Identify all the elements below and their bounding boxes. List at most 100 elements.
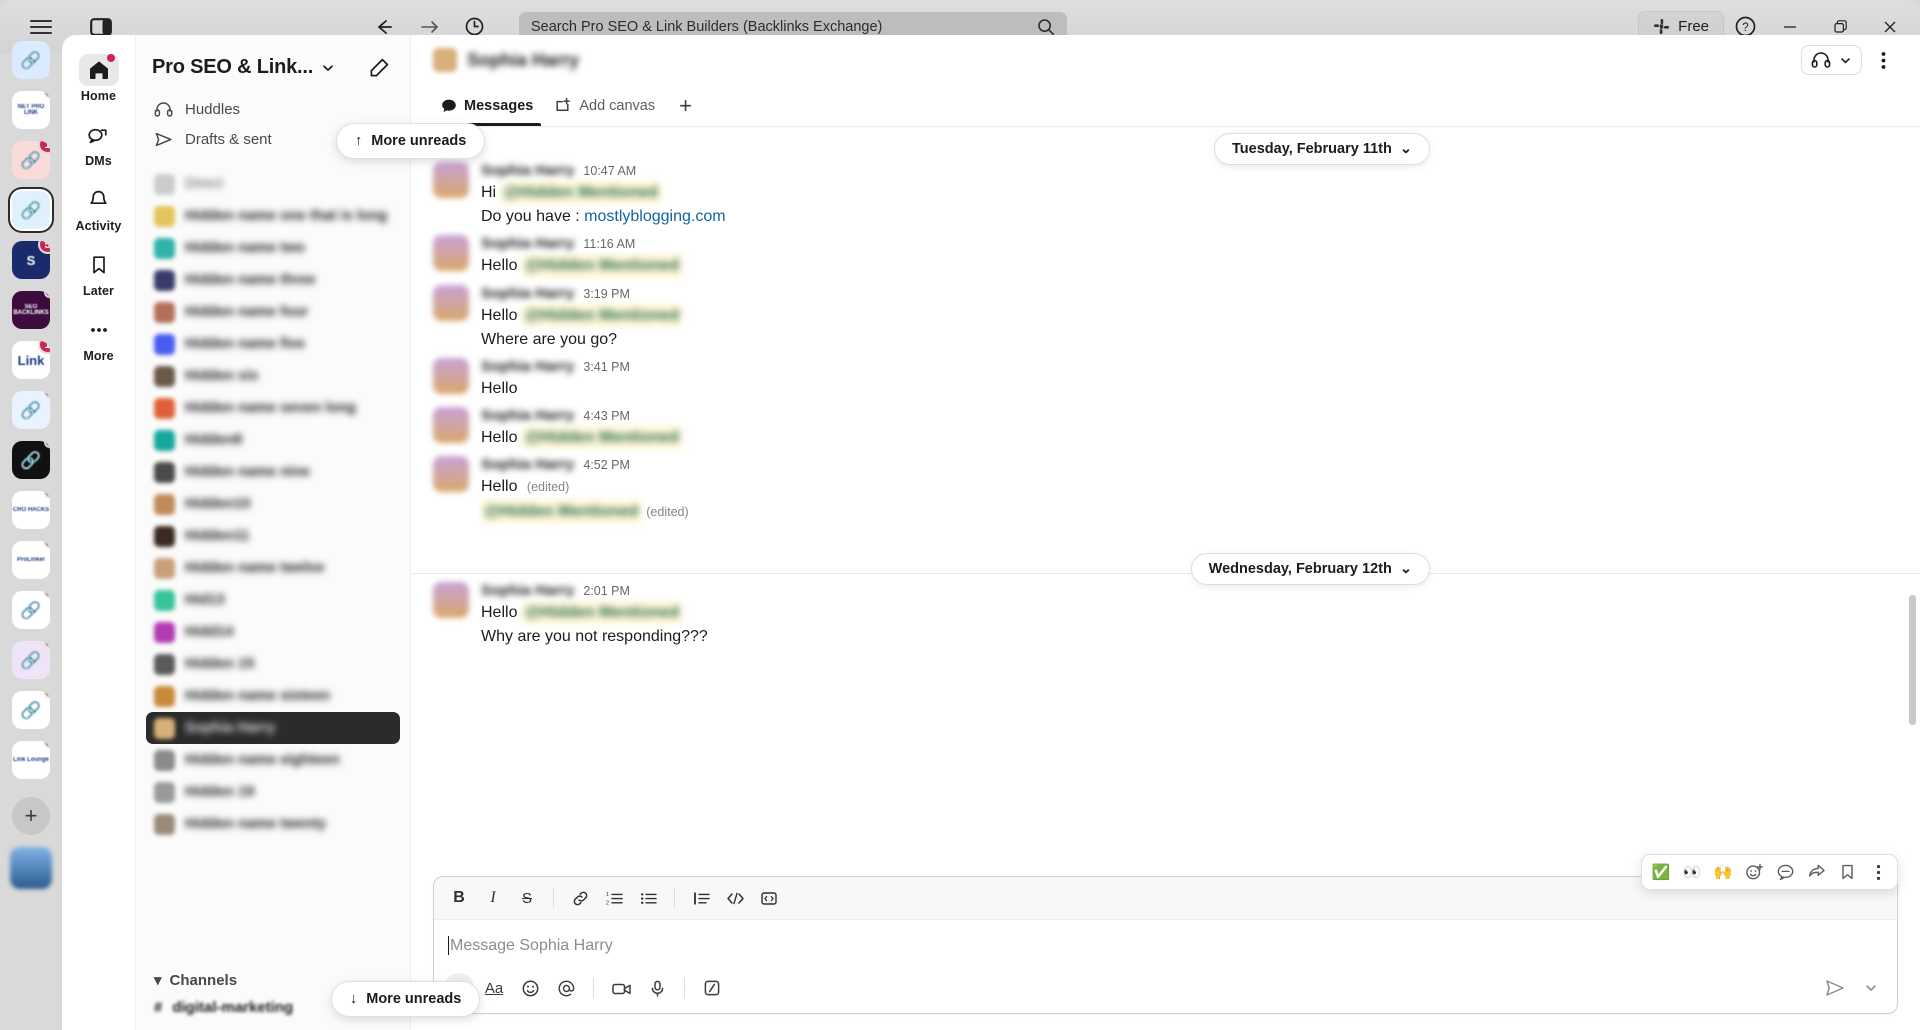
sidebar-dm-item[interactable]: Hidden name three — [146, 264, 400, 296]
sidebar-dm-item[interactable]: Hidden name five — [146, 328, 400, 360]
ordered-list-button[interactable]: 12 — [599, 884, 629, 912]
compose-icon[interactable] — [365, 53, 394, 82]
sidebar-dm-item[interactable]: Hidden name eighteen — [146, 744, 400, 776]
chevron-down-icon[interactable] — [1855, 973, 1887, 1003]
bold-button[interactable]: B — [444, 884, 474, 912]
user-mention[interactable]: @Hidden Mentioned — [500, 181, 661, 205]
sidebar-dm-item[interactable]: Hidden six — [146, 360, 400, 392]
message-item[interactable]: Sophia Harry 2:01 PM Hello @Hidden Mention… — [411, 577, 1920, 650]
workspace-icon-knot-blue[interactable]: 🔗 — [12, 691, 50, 729]
forward-arrow-icon[interactable] — [418, 17, 440, 37]
message-item[interactable]: Sophia Harry 3:41 PM Hello — [411, 353, 1920, 402]
emoji-button[interactable] — [514, 973, 546, 1003]
nav-item-dms[interactable]: DMs — [66, 114, 132, 175]
raised-hands-reaction[interactable]: 🙌 — [1709, 859, 1737, 885]
user-mention[interactable]: @Hidden Mentioned — [481, 499, 642, 523]
nav-item-activity[interactable]: Activity — [66, 179, 132, 240]
strikethrough-button[interactable]: S — [512, 884, 542, 912]
sidebar-dm-item[interactable]: Hidden 15 — [146, 648, 400, 680]
sidebar-link-huddles[interactable]: Huddles — [146, 94, 400, 124]
italic-button[interactable]: I — [478, 884, 508, 912]
more-unreads-down-button[interactable]: ↓ More unreads — [331, 981, 481, 1017]
code-button[interactable] — [720, 884, 750, 912]
workspace-icon-global-network[interactable]: 🔗 1 — [12, 141, 50, 179]
message-item[interactable]: Sophia Harry 10:47 AM Hi @Hidden Mentioned… — [411, 157, 1920, 230]
mention-button[interactable] — [550, 973, 582, 1003]
back-arrow-icon[interactable] — [372, 17, 394, 37]
link-button[interactable] — [565, 884, 595, 912]
workspace-icon-cat-avatar[interactable]: 🔗 — [12, 641, 50, 679]
workspace-icon-link-workspace[interactable]: Link 1 — [12, 341, 50, 379]
more-actions-button[interactable] — [1864, 859, 1892, 885]
sidebar-dm-item[interactable]: Hidden8 — [146, 424, 400, 456]
sidebar-dm-list[interactable]: Direct Hidden name one that is long Hidden… — [136, 154, 410, 965]
message-item[interactable]: Sophia Harry 11:16 AM Hello @Hidden Mentio… — [411, 230, 1920, 279]
message-list[interactable]: Sophia Harry 10:47 AM Hi @Hidden Mentioned… — [411, 127, 1920, 876]
add-workspace-button[interactable]: + — [12, 797, 50, 835]
workspace-icon-cro-hacks[interactable]: CRO HACKS — [12, 491, 50, 529]
hamburger-icon[interactable] — [18, 19, 64, 34]
message-item[interactable]: Sophia Harry 4:52 PM Hello (edited) @Hidden… — [411, 451, 1920, 524]
workspace-icon-net-pro-link[interactable]: NET PRO LINK — [12, 91, 50, 129]
slash-command-button[interactable] — [696, 973, 728, 1003]
sidebar-dm-item[interactable]: Hidden name two — [146, 232, 400, 264]
eyes-reaction[interactable]: 👀 — [1678, 859, 1706, 885]
workspace-icon-squares-teal[interactable]: 🔗 — [12, 591, 50, 629]
message-input[interactable]: Message Sophia Harry — [434, 920, 1897, 967]
white-check-mark-reaction[interactable]: ✅ — [1647, 859, 1675, 885]
user-avatar[interactable] — [10, 847, 52, 889]
sidebar-dm-item[interactable]: Hidd14 — [146, 616, 400, 648]
message-link[interactable]: mostlyblogging.com — [584, 208, 725, 225]
code-block-button[interactable] — [754, 884, 784, 912]
date-divider-button[interactable]: Wednesday, February 12th ⌄ — [1190, 553, 1430, 585]
audio-clip-button[interactable] — [641, 973, 673, 1003]
more-unreads-up-button[interactable]: ↑ More unreads — [336, 123, 486, 159]
nav-item-home[interactable]: Home — [66, 49, 132, 110]
search-icon[interactable] — [1037, 18, 1055, 36]
user-mention[interactable]: @Hidden Mentioned — [521, 303, 683, 327]
sidebar-dm-item[interactable]: Hidden name sixteen — [146, 680, 400, 712]
message-item[interactable]: Sophia Harry 4:43 PM Hello @Hidden Mention… — [411, 402, 1920, 451]
blockquote-button[interactable] — [686, 884, 716, 912]
add-reaction-button[interactable] — [1740, 859, 1768, 885]
workspace-icon-backlinks-exchange[interactable]: 🔗 — [12, 191, 50, 229]
nav-item-more[interactable]: More — [66, 309, 132, 370]
start-huddle-button[interactable] — [1801, 45, 1862, 75]
workspace-icon-sm-seo[interactable]: S5 — [12, 241, 50, 279]
workspace-icon-link-builders-blue[interactable]: 🔗 — [12, 41, 50, 79]
sidebar-dm-item[interactable]: Hidden11 — [146, 520, 400, 552]
workspace-icon-prolinker[interactable]: ProLinker — [12, 541, 50, 579]
workspace-icon-seo-backlinks[interactable]: SEO BACKLINKS — [12, 291, 50, 329]
user-mention[interactable]: @Hidden Mentioned — [521, 426, 683, 450]
sidebar-dm-item[interactable]: Hidden10 — [146, 488, 400, 520]
reply-in-thread-button[interactable] — [1771, 859, 1799, 885]
workspace-icon-link-lounge[interactable]: Link Lounge — [12, 741, 50, 779]
user-mention[interactable]: @Hidden Mentioned — [521, 600, 683, 624]
bulleted-list-button[interactable] — [633, 884, 663, 912]
share-message-button[interactable] — [1802, 859, 1830, 885]
send-icon[interactable] — [1819, 973, 1851, 1003]
save-for-later-button[interactable] — [1833, 859, 1861, 885]
add-tab-button[interactable]: + — [669, 94, 702, 117]
sidebar-dm-item[interactable]: Hid13 — [146, 584, 400, 616]
toggle-panel-icon[interactable] — [90, 17, 112, 37]
sidebar-dm-item[interactable]: Hidden name seven long — [146, 392, 400, 424]
tab-add-canvas[interactable]: Add canvas — [547, 85, 663, 126]
workspace-icon-dark-mesh[interactable]: 🔗 — [12, 441, 50, 479]
tab-messages[interactable]: Messages — [433, 85, 542, 126]
sidebar-dm-item[interactable]: Hidden name one that is long — [146, 200, 400, 232]
workspace-icon-blue-chain[interactable]: 🔗 — [12, 391, 50, 429]
message-scrollbar[interactable] — [1909, 595, 1916, 725]
date-divider-button[interactable]: Tuesday, February 11th ⌄ — [1214, 133, 1430, 165]
clock-history-icon[interactable] — [464, 16, 485, 37]
video-clip-button[interactable] — [605, 973, 637, 1003]
sidebar-dm-item[interactable]: Hidden 19 — [146, 776, 400, 808]
sidebar-dm-item[interactable]: Hidden name twenty — [146, 808, 400, 840]
user-mention[interactable]: @Hidden Mentioned — [521, 254, 683, 278]
message-item[interactable]: Sophia Harry 3:19 PM Hello @Hidden Mention… — [411, 280, 1920, 353]
sidebar-dm-item[interactable]: Hidden name twelve — [146, 552, 400, 584]
formatting-button[interactable]: Aa — [478, 973, 510, 1003]
sidebar-dm-item[interactable]: Hidden name nine — [146, 456, 400, 488]
workspace-name-button[interactable]: Pro SEO & Link... — [152, 56, 335, 79]
kebab-menu-icon[interactable] — [1868, 45, 1898, 75]
